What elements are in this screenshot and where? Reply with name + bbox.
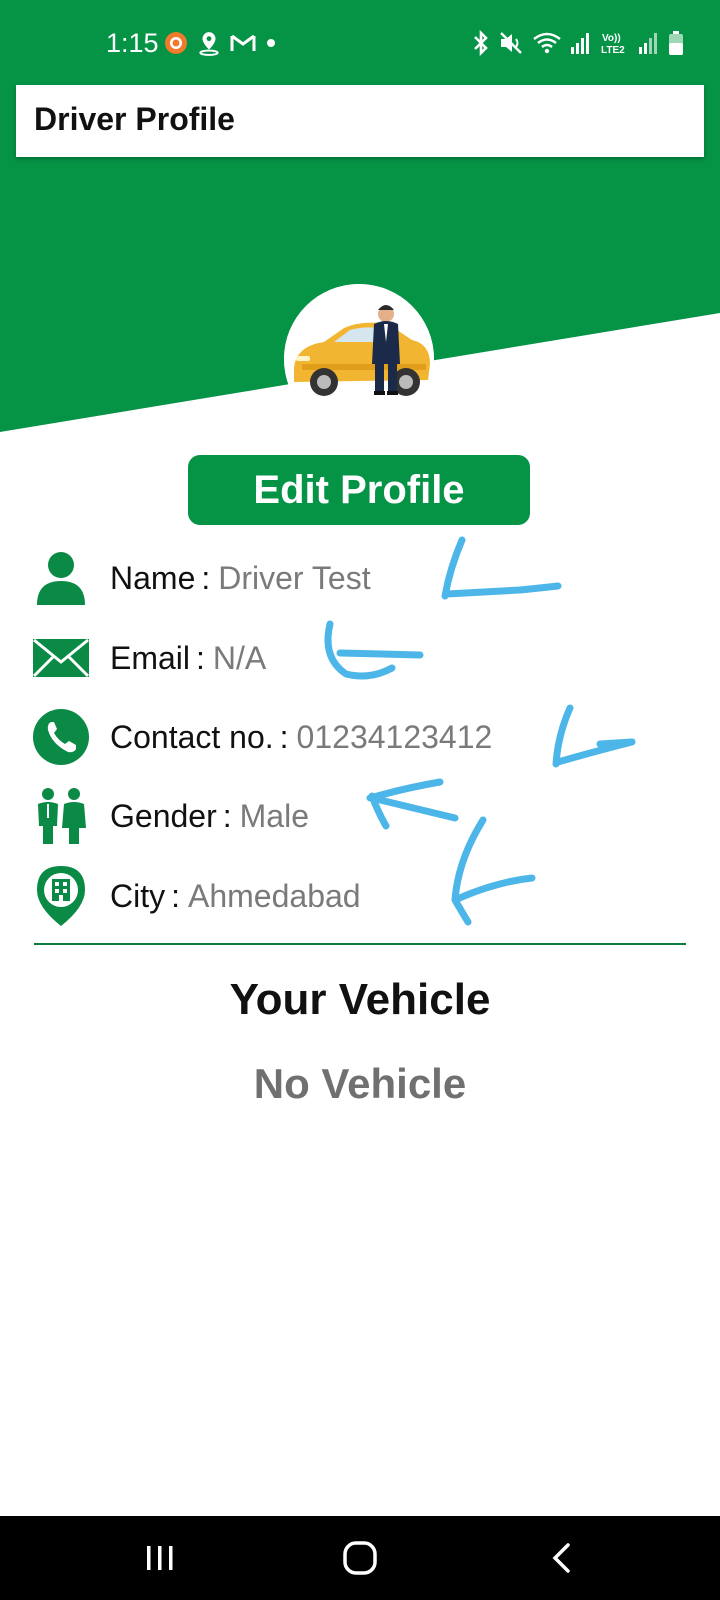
email-label: Email	[110, 639, 191, 676]
battery-icon	[668, 30, 684, 61]
signal-icon	[570, 31, 592, 60]
edit-profile-button[interactable]: Edit Profile	[188, 455, 530, 525]
recent-apps-icon[interactable]	[130, 1532, 190, 1584]
city-separator: :	[171, 877, 180, 914]
detail-row-contact: Contact no. : 01234123412	[30, 707, 690, 767]
gender-label: Gender	[110, 797, 217, 834]
back-icon[interactable]	[532, 1532, 592, 1584]
gmail-icon	[230, 32, 256, 59]
mute-icon	[498, 30, 524, 61]
vehicle-empty-text: No Vehicle	[253, 1060, 467, 1107]
city-pin-icon	[30, 865, 92, 927]
gender-separator: :	[222, 797, 232, 834]
app-bar: Driver Profile	[16, 85, 704, 157]
screen-recorder-icon	[164, 31, 188, 60]
person-icon	[30, 547, 92, 609]
system-nav-bar	[0, 1516, 720, 1600]
taxi-driver-avatar-icon	[284, 284, 434, 434]
detail-row-gender: Gender : Male	[30, 786, 690, 846]
signal-icon	[638, 31, 660, 60]
name-label: Name	[110, 559, 196, 596]
email-icon	[30, 627, 92, 689]
contact-value: 01234123412	[296, 718, 493, 755]
contact-label: Contact no.	[110, 718, 274, 755]
detail-row-email: Email : N/A	[30, 628, 690, 688]
page-title: Driver Profile	[34, 101, 235, 137]
name-separator: :	[201, 559, 211, 596]
gender-icon	[30, 785, 92, 847]
email-separator: :	[196, 639, 205, 676]
status-left-icons	[164, 30, 278, 61]
location-pin-icon	[196, 30, 222, 61]
svg-text:Vo)): Vo))	[602, 33, 621, 44]
home-icon[interactable]	[330, 1532, 390, 1584]
city-label: City	[110, 877, 166, 914]
notification-dot-icon	[264, 36, 278, 55]
bluetooth-icon	[472, 29, 490, 61]
detail-row-city: City : Ahmedabad	[30, 866, 690, 926]
section-divider	[34, 943, 686, 945]
wifi-icon	[532, 31, 562, 60]
volte-lte2-icon: Vo)) LTE2	[600, 30, 630, 61]
status-right-icons: Vo)) LTE2	[472, 29, 684, 61]
svg-text:LTE2: LTE2	[601, 45, 625, 56]
vehicle-section-title: Your Vehicle	[229, 975, 491, 1024]
detail-row-name: Name : Driver Test	[30, 548, 690, 608]
status-bar: 1:15 Vo)) LTE2	[0, 0, 720, 88]
name-value: Driver Test	[218, 559, 371, 596]
phone-icon	[30, 706, 92, 768]
email-value: N/A	[212, 639, 267, 676]
city-value: Ahmedabad	[188, 877, 361, 914]
status-time: 1:15	[106, 28, 159, 58]
gender-value: Male	[239, 797, 309, 834]
contact-separator: :	[279, 718, 289, 755]
